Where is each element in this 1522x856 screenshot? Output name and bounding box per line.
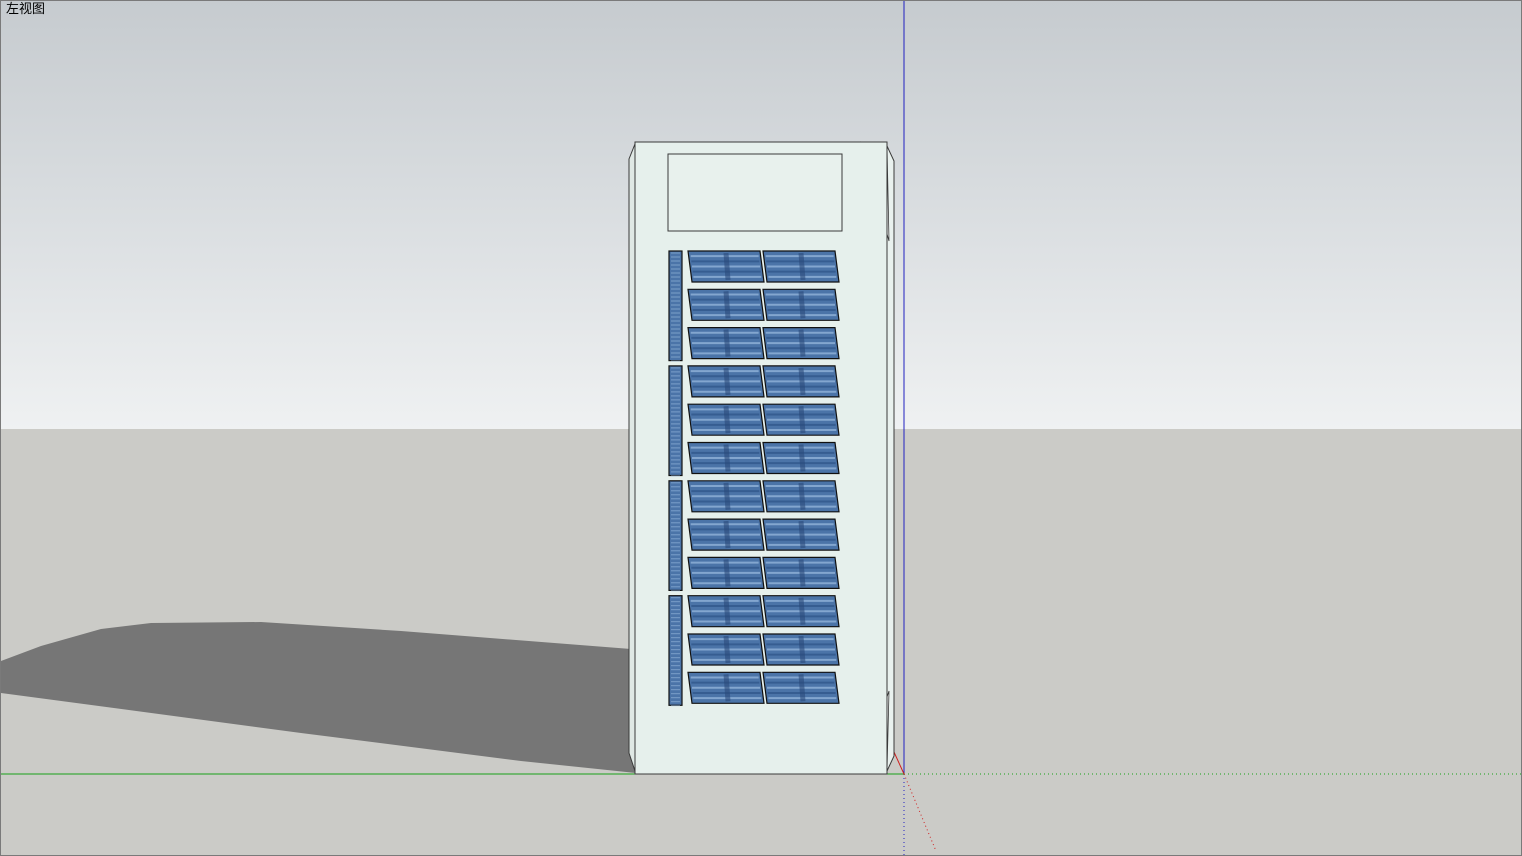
building-shadow: [1, 622, 636, 773]
side-strip-window: [668, 480, 683, 591]
side-strip-window: [668, 365, 683, 477]
building-model[interactable]: [628, 141, 895, 775]
sign-panel: [667, 153, 843, 232]
window-mullion: [798, 329, 806, 357]
scene-canvas[interactable]: [1, 1, 1521, 855]
window-mullion: [798, 367, 806, 396]
modeling-viewport[interactable]: 左视图: [0, 0, 1522, 856]
window-mullion: [723, 559, 731, 587]
window-mullion: [798, 597, 806, 625]
window-mullion: [723, 367, 731, 396]
window-mullion: [798, 559, 806, 587]
window-mullion: [798, 520, 806, 549]
window-mullion: [723, 674, 731, 702]
window-mullion: [798, 291, 806, 319]
side-strip-window: [668, 250, 683, 362]
window-mullion: [723, 252, 731, 281]
window-mullion: [723, 329, 731, 357]
window-mullion: [723, 291, 731, 319]
window-mullion: [798, 482, 806, 510]
view-name-label: 左视图: [6, 2, 46, 17]
red-axis-dotted-line: [903, 773, 937, 852]
window-mullion: [798, 252, 806, 281]
window-mullion: [723, 635, 731, 664]
side-strip-window: [668, 595, 683, 706]
window-mullion: [798, 444, 806, 472]
window-mullion: [723, 482, 731, 510]
window-mullion: [723, 520, 731, 549]
window-mullion: [723, 444, 731, 472]
window-mullion: [798, 635, 806, 664]
window-mullion: [798, 406, 806, 434]
window-mullion: [798, 674, 806, 702]
window-mullion: [723, 406, 731, 434]
window-mullion: [723, 597, 731, 625]
